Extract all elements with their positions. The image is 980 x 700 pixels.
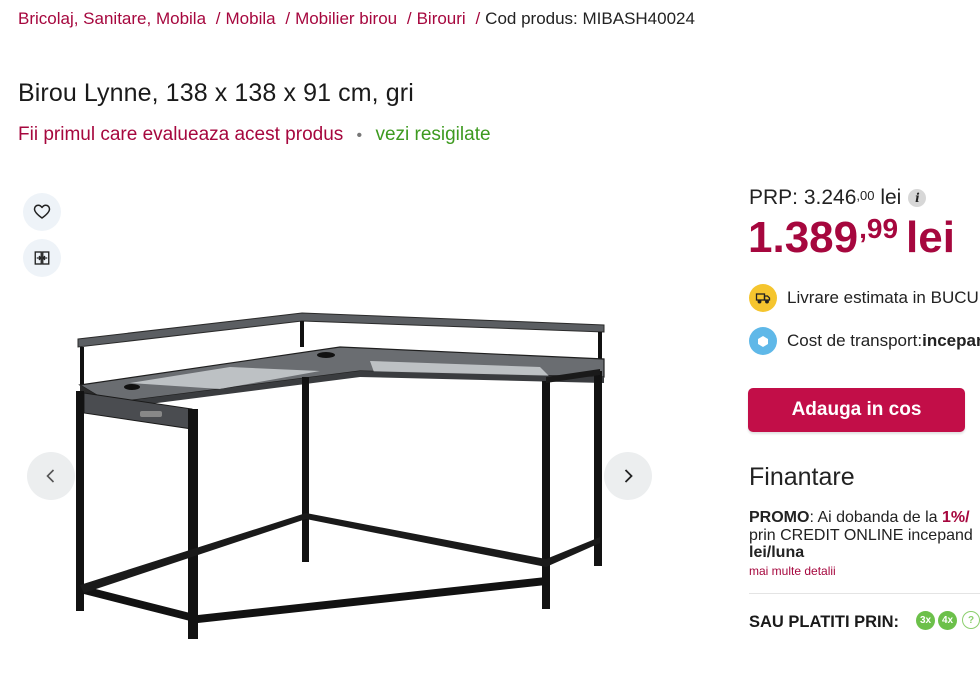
promo-rate: 1%/ [942, 509, 970, 526]
prp-currency: lei [880, 186, 902, 209]
heart-icon [33, 204, 51, 219]
compare-button[interactable] [23, 239, 61, 277]
product-code: Cod produs: MIBASH40024 [485, 9, 695, 28]
rating-row: Fii primul care evalueaza acest produs •… [18, 124, 491, 146]
chevron-left-icon [46, 469, 55, 483]
product-title: Birou Lynne, 138 x 138 x 91 cm, gri [18, 79, 414, 107]
financing-promo: PROMO: Ai dobanda de la 1%/ prin CREDIT … [749, 509, 973, 562]
current-price: 1.389,99 lei [748, 212, 955, 269]
breadcrumb: Bricolaj, Sanitare, Mobila / Mobila / Mobi… [18, 9, 695, 29]
price-currency: lei [906, 213, 955, 262]
shipping-cost: Cost de transport: incepand [749, 327, 980, 355]
breadcrumb-separator: / [215, 9, 221, 28]
resigilate-link[interactable]: vezi resigilate [375, 124, 490, 145]
installment-4x-badge[interactable]: 4x [938, 611, 957, 630]
product-image[interactable] [70, 305, 610, 650]
promo-label: PROMO [749, 509, 810, 526]
breadcrumb-separator: / [285, 9, 291, 28]
info-icon[interactable]: i [908, 189, 927, 207]
promo-line-3: lei/luna [749, 544, 805, 561]
pay-with-label: SAU PLATITI PRIN: [749, 613, 900, 631]
compare-icon [34, 251, 50, 265]
breadcrumb-separator: / [406, 9, 412, 28]
more-details-link[interactable]: mai multe detalii [749, 564, 836, 578]
shipping-label: Cost de transport: [787, 331, 923, 350]
installment-3x-badge[interactable]: 3x [916, 611, 935, 630]
delivery-estimate-text: Livrare estimata in BUCURESTI [787, 288, 980, 307]
breadcrumb-link-mobila[interactable]: Mobila [226, 9, 276, 28]
price-decimals: ,99 [859, 213, 899, 244]
box-icon [749, 327, 777, 355]
price-integer: 1.389 [748, 213, 859, 262]
gallery-next-button[interactable] [604, 452, 652, 500]
gallery-prev-button[interactable] [27, 452, 75, 500]
divider [749, 593, 980, 594]
promo-line-2: prin CREDIT ONLINE incepand [749, 526, 973, 544]
wishlist-button[interactable] [23, 193, 61, 231]
breadcrumb-link-mobilier-birou[interactable]: Mobilier birou [295, 9, 397, 28]
breadcrumb-link-bricolaj[interactable]: Bricolaj, Sanitare, Mobila [18, 9, 206, 28]
shipping-value[interactable]: incepand [922, 331, 980, 351]
prp-decimals: ,00 [856, 187, 875, 203]
chevron-right-icon [624, 469, 633, 483]
add-to-cart-button[interactable]: Adauga in cos [748, 388, 965, 432]
prp-price: PRP: 3.246,00 lei i [749, 186, 927, 210]
rating-separator: • [356, 127, 363, 144]
truck-icon [749, 284, 777, 312]
write-review-link[interactable]: Fii primul care evalueaza acest produs [18, 124, 343, 145]
help-icon[interactable]: ? [962, 611, 980, 629]
delivery-estimate: Livrare estimata in BUCURESTI [749, 284, 980, 312]
promo-text: : Ai dobanda de la [809, 509, 943, 526]
financing-title: Finantare [749, 463, 855, 491]
prp-label: PRP: 3.246 [749, 186, 857, 209]
breadcrumb-link-birouri[interactable]: Birouri [417, 9, 466, 28]
breadcrumb-separator: / [475, 9, 481, 28]
